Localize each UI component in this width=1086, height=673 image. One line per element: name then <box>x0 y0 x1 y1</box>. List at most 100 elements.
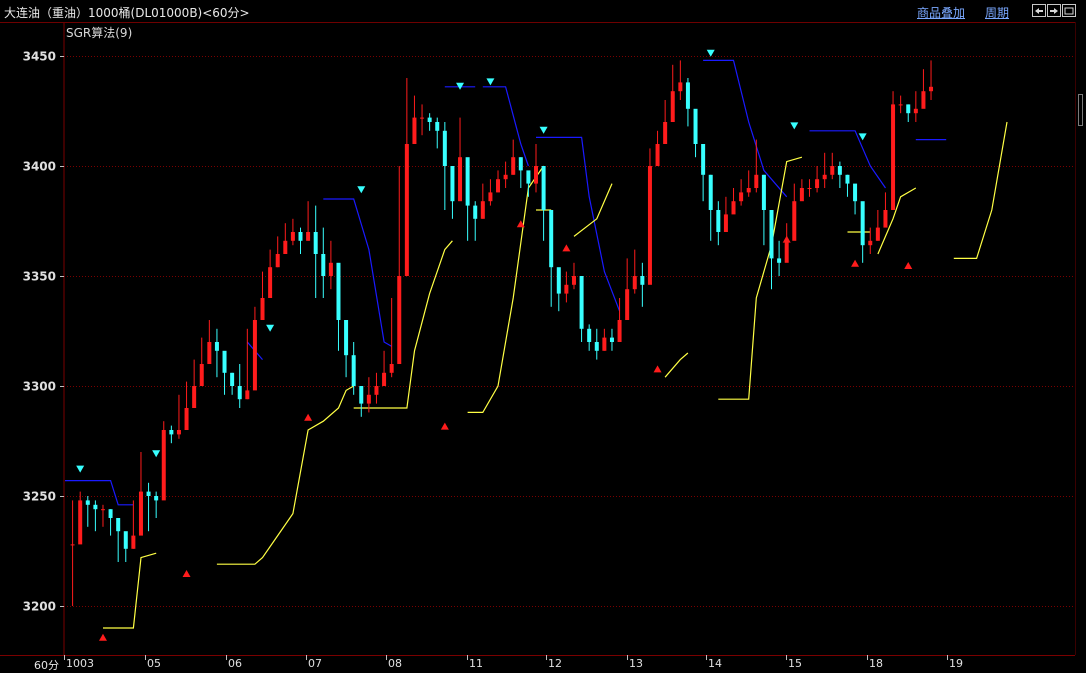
candle-body <box>146 491 151 496</box>
candle-body <box>192 386 197 408</box>
sell-signal-marker <box>486 78 495 86</box>
nav-right-button[interactable] <box>1047 4 1061 17</box>
indicator-label: SGR算法(9) <box>66 25 132 40</box>
y-tick-label: 3250 <box>23 490 56 504</box>
buy-signal-marker <box>851 259 860 267</box>
buy-signal-marker <box>904 262 913 269</box>
x-tick-label: 12 <box>548 657 562 670</box>
candle-body <box>526 170 531 184</box>
y-tick-label: 3200 <box>23 600 56 614</box>
candle-body <box>845 174 850 184</box>
candle-body <box>860 201 865 246</box>
y-tick-label: 3300 <box>23 380 56 394</box>
y-tick-label: 3450 <box>23 50 56 64</box>
candle-body <box>93 504 98 510</box>
candle-body <box>617 320 622 342</box>
candle-body <box>853 183 858 202</box>
candle-body <box>815 179 820 188</box>
sell-signal-marker <box>152 450 161 458</box>
candle-body <box>602 337 607 351</box>
candle-body <box>503 174 508 180</box>
candle-body <box>268 267 273 298</box>
candle-body <box>685 82 690 109</box>
candle-body <box>412 117 417 144</box>
candle-body <box>100 509 105 511</box>
candle-body <box>488 192 493 202</box>
candle-body <box>784 240 789 263</box>
chart-canvas[interactable]: 3200 3250 3300 3350 3400 3450 1003 05 06 07 08 11 12… <box>0 0 1086 673</box>
candle-body <box>701 144 706 175</box>
buy-signal-marker <box>304 413 313 421</box>
candle-body <box>321 254 326 276</box>
vertical-scrollbar[interactable] <box>1075 22 1086 655</box>
candle-body <box>78 500 83 545</box>
candle-body <box>420 117 425 119</box>
candle-body <box>731 201 736 215</box>
y-tick-label: 3400 <box>23 160 56 174</box>
candle-body <box>777 258 782 263</box>
candle-body <box>328 262 333 276</box>
candle-body <box>450 166 455 202</box>
candle-body <box>176 430 181 435</box>
candle-body <box>465 157 470 206</box>
candle-body <box>184 408 189 430</box>
candle-body <box>822 174 827 180</box>
chart-title: 大连油（重油）1000桶(DL01000B)<60分> <box>4 6 250 20</box>
candle-body <box>746 188 751 193</box>
sgr-upper-line <box>65 480 134 506</box>
candle-body <box>336 262 341 320</box>
candle-body <box>306 232 311 241</box>
sell-signal-marker <box>357 186 366 194</box>
sell-signal-marker <box>76 465 85 473</box>
candle-body <box>199 364 204 386</box>
grid-layer <box>0 22 1075 656</box>
sell-signal-marker <box>266 324 275 332</box>
candle-body <box>921 91 926 109</box>
candle-body <box>761 174 766 210</box>
candle-body <box>404 144 409 276</box>
candle-body <box>161 430 166 501</box>
candle-body <box>230 372 235 386</box>
candle-body <box>640 276 645 285</box>
candle-body <box>382 372 387 386</box>
candle-body <box>344 320 349 356</box>
nav-fit-button[interactable] <box>1062 4 1076 17</box>
sgr-lower-line <box>953 121 1008 259</box>
x-tick-label: 14 <box>708 657 722 670</box>
candle-body <box>473 205 478 219</box>
nav-left-button[interactable] <box>1032 4 1046 17</box>
candle-body <box>564 284 569 294</box>
candle-body <box>534 166 538 184</box>
candle-body <box>716 210 721 232</box>
buy-signal-marker <box>440 422 449 430</box>
x-tick-label: 19 <box>949 657 963 670</box>
x-tick-label: 05 <box>147 657 161 670</box>
candle-body <box>169 430 174 435</box>
candle-body <box>739 192 744 202</box>
candle-body <box>275 254 280 268</box>
candle-body <box>214 342 219 351</box>
candle-body <box>131 535 136 549</box>
candle-body <box>647 166 652 285</box>
candle-body <box>70 544 75 546</box>
x-tick-label: 18 <box>869 657 883 670</box>
period-link[interactable]: 周期 <box>985 4 1009 21</box>
scroll-thumb[interactable] <box>1078 94 1083 126</box>
candle-body <box>442 130 447 166</box>
sell-signal-marker <box>539 126 548 134</box>
buy-signal-marker <box>782 235 791 243</box>
candle-body <box>123 531 128 549</box>
candle-body <box>891 104 896 210</box>
nav-right-icon <box>1050 7 1058 14</box>
axes: 3200 3250 3300 3350 3400 3450 1003 05 06 07 08 11 12… <box>23 25 963 670</box>
candle-body <box>754 174 759 188</box>
sgr-upper-line <box>482 86 529 167</box>
candle-body <box>108 509 113 518</box>
candle-body <box>723 214 728 232</box>
candle-body <box>571 276 576 285</box>
sgr-lower-line <box>103 552 157 629</box>
overlay-link[interactable]: 商品叠加 <box>917 4 965 21</box>
candle-body <box>837 166 842 175</box>
candle-body <box>769 210 774 259</box>
candle-body <box>792 201 797 241</box>
